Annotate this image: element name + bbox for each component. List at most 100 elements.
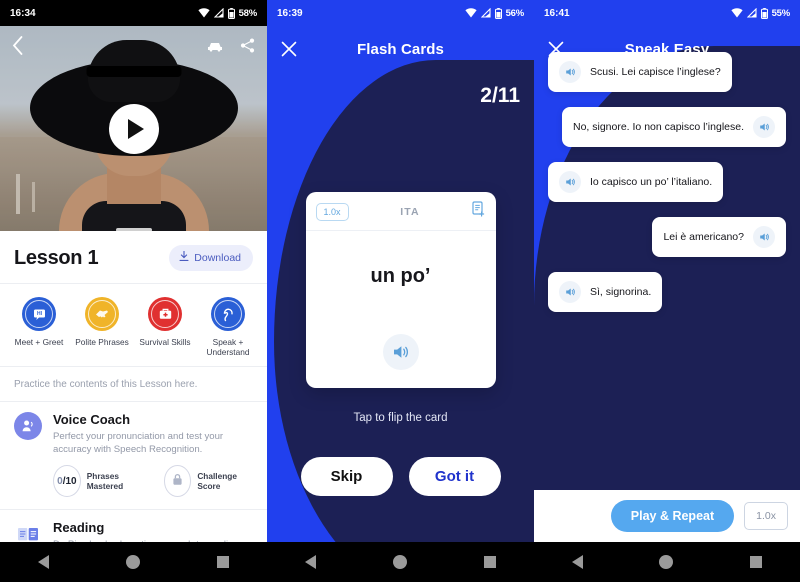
wifi-icon xyxy=(730,8,743,18)
dialogue-text: No, signore. Io non capisco l’inglese. xyxy=(572,121,744,133)
share-icon[interactable] xyxy=(240,38,255,58)
nav-home-icon[interactable] xyxy=(125,555,140,569)
stat-phrases-mastered: 0/10 Phrases Mastered xyxy=(53,465,148,498)
battery-percent: 56% xyxy=(505,7,525,19)
wifi-icon xyxy=(464,8,477,18)
nav-recents-icon[interactable] xyxy=(483,556,496,568)
phrases-mastered-label: Phrases Mastered xyxy=(86,470,124,492)
category-label: Survival Skills xyxy=(139,337,191,347)
ear-icon xyxy=(211,297,245,331)
card-counter: 2/11 xyxy=(480,84,520,107)
voice-coach-row[interactable]: Voice Coach Perfect your pronunciation a… xyxy=(0,402,267,498)
dialogue-list: Scusi. Lei capisce l’inglese? No, signor… xyxy=(534,52,800,526)
wifi-icon xyxy=(197,8,210,18)
dialogue-text: Lei è americano? xyxy=(663,231,744,243)
play-repeat-button[interactable]: Play & Repeat xyxy=(610,500,735,532)
status-time: 16:39 xyxy=(277,7,303,19)
page-title: Lesson 1 xyxy=(14,246,99,269)
flip-hint: Tap to flip the card xyxy=(353,412,448,424)
nav-recents-icon[interactable] xyxy=(216,556,229,568)
speech-bubble-hi-icon: HI xyxy=(22,297,56,331)
playback-speed-button[interactable]: 1.0x xyxy=(315,202,349,221)
status-time: 16:41 xyxy=(544,7,570,19)
car-icon[interactable] xyxy=(206,39,224,57)
dialogue-text: Sì, signorina. xyxy=(590,286,652,298)
voice-coach-desc: Perfect your pronunciation and test your… xyxy=(53,430,224,455)
got-it-button[interactable]: Got it xyxy=(408,457,501,496)
battery-icon xyxy=(760,7,768,19)
voice-coach-stats: 0/10 Phrases Mastered Challenge Score xyxy=(53,465,253,498)
close-icon[interactable] xyxy=(281,41,297,57)
nav-home-icon[interactable] xyxy=(392,555,407,569)
android-nav-bar xyxy=(534,542,800,582)
back-arrow-icon[interactable] xyxy=(12,36,23,60)
dialogue-text: Io capisco un po’ l’italiano. xyxy=(590,176,713,188)
list-item[interactable]: No, signore. Io non capisco l’inglese. xyxy=(561,107,786,147)
card-language-label: ITA xyxy=(400,205,420,218)
battery-percent: 55% xyxy=(771,7,791,19)
first-aid-kit-icon xyxy=(148,297,182,331)
nav-home-icon[interactable] xyxy=(659,555,674,569)
speaker-icon[interactable] xyxy=(382,334,419,370)
list-item[interactable]: Sì, signorina. xyxy=(548,272,663,312)
phrases-mastered-value: 0/10 xyxy=(53,465,81,498)
android-nav-bar xyxy=(267,542,534,582)
category-row: HI Meet + Greet Polite Phrases Survival … xyxy=(0,284,267,366)
status-bar: 16:41 55% xyxy=(534,0,800,26)
status-bar: 16:34 58% xyxy=(0,0,267,26)
screen-flash-cards: 16:39 56% Flash Cards 2/11 1.0x ITA un p… xyxy=(267,0,534,582)
flash-card-actions: Skip Got it xyxy=(267,457,534,496)
add-note-icon[interactable] xyxy=(471,201,485,222)
svg-text:HI: HI xyxy=(37,311,43,317)
speaker-icon[interactable] xyxy=(753,226,775,248)
phrases-mastered-den: /10 xyxy=(62,475,77,487)
category-meet-greet[interactable]: HI Meet + Greet xyxy=(8,297,70,358)
speak-easy-header: Speak Easy xyxy=(534,26,800,72)
category-speak-understand[interactable]: Speak + Understand xyxy=(197,297,259,358)
close-icon[interactable] xyxy=(548,41,564,57)
flash-card[interactable]: 1.0x ITA un po’ xyxy=(305,192,496,388)
nav-back-icon[interactable] xyxy=(38,555,50,569)
speaker-icon[interactable] xyxy=(559,281,581,303)
lock-icon xyxy=(172,473,183,489)
three-phone-screenshots: 16:34 58% Lesson 1 Download HI Meet + Gr… xyxy=(0,0,800,582)
stat-challenge-score: Challenge Score xyxy=(163,465,253,498)
battery-icon xyxy=(494,7,502,19)
lesson-hero-video[interactable] xyxy=(0,26,267,231)
signal-icon xyxy=(480,7,491,18)
screen-lesson-detail: 16:34 58% Lesson 1 Download HI Meet + Gr… xyxy=(0,0,267,582)
nav-back-icon[interactable] xyxy=(305,555,317,569)
list-item[interactable]: Io capisco un po’ l’italiano. xyxy=(548,162,724,202)
category-label: Speak + Understand xyxy=(206,337,250,358)
practice-note: Practice the contents of this Lesson her… xyxy=(14,378,198,390)
category-label: Meet + Greet xyxy=(14,337,64,347)
play-button[interactable] xyxy=(108,103,159,154)
download-button[interactable]: Download xyxy=(169,245,253,271)
skip-button[interactable]: Skip xyxy=(300,457,393,496)
flash-cards-header: Flash Cards xyxy=(267,26,534,72)
reading-title: Reading xyxy=(53,520,105,536)
play-icon xyxy=(127,118,144,139)
page-title: Flash Cards xyxy=(357,40,444,58)
nav-recents-icon[interactable] xyxy=(749,556,762,568)
category-polite-phrases[interactable]: Polite Phrases xyxy=(71,297,133,358)
page-title: Speak Easy xyxy=(624,40,710,58)
screen-speak-easy: 16:41 55% Speak Easy Scusi. Lei capisce … xyxy=(534,0,800,582)
playback-speed-button[interactable]: 1.0x xyxy=(744,502,788,530)
speaker-icon[interactable] xyxy=(559,171,581,193)
signal-icon xyxy=(746,7,757,18)
status-bar: 16:39 56% xyxy=(267,0,534,26)
flash-card-word: un po’ xyxy=(370,265,431,287)
nav-back-icon[interactable] xyxy=(572,555,584,569)
voice-coach-title: Voice Coach xyxy=(53,411,131,427)
category-label: Polite Phrases xyxy=(75,337,129,347)
lesson-content: Lesson 1 Download HI Meet + Greet Polite… xyxy=(0,231,267,582)
sheet-grabber[interactable] xyxy=(115,228,152,231)
download-icon xyxy=(179,250,189,265)
download-label: Download xyxy=(194,252,241,264)
challenge-score-value xyxy=(163,465,192,498)
category-survival-skills[interactable]: Survival Skills xyxy=(134,297,196,358)
list-item[interactable]: Lei è americano? xyxy=(652,217,786,257)
speaker-icon[interactable] xyxy=(753,116,775,138)
speak-easy-toolbar: Play & Repeat 1.0x xyxy=(534,490,800,542)
